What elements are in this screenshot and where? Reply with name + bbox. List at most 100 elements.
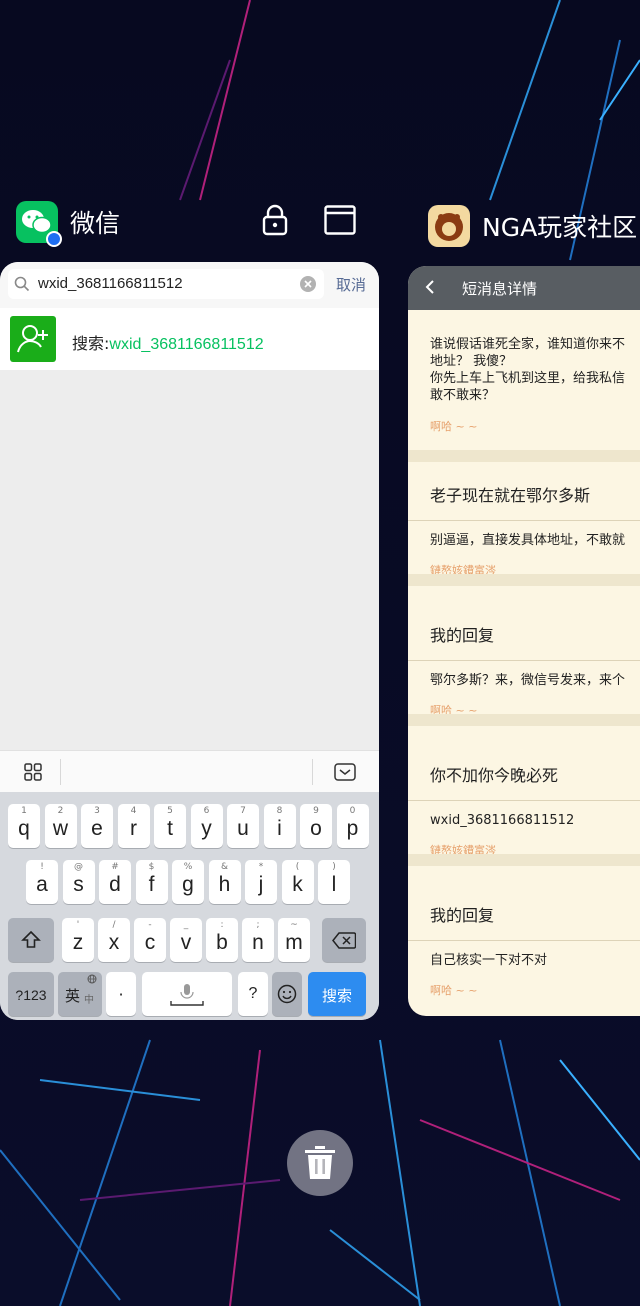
emoji-key[interactable] bbox=[272, 972, 302, 1016]
cancel-button[interactable]: 取消 bbox=[336, 274, 366, 295]
key-y[interactable]: 6y bbox=[190, 804, 223, 848]
question-mark-key[interactable]: ? bbox=[238, 972, 268, 1016]
key-v[interactable]: _ v bbox=[170, 918, 202, 962]
key-alt-label: - bbox=[148, 920, 152, 930]
key-w[interactable]: 2w bbox=[44, 804, 77, 848]
message-body-line: 你先上车上飞机到这里，给我私信 bbox=[430, 371, 626, 386]
key-label: h bbox=[218, 873, 231, 896]
keyboard-toolbar bbox=[0, 750, 379, 792]
dot-key[interactable]: · bbox=[106, 972, 136, 1016]
search-icon bbox=[14, 276, 30, 292]
key-label: z bbox=[72, 931, 84, 954]
key-alt-label: ~ bbox=[290, 920, 298, 930]
key-alt-label: 9 bbox=[313, 806, 319, 816]
search-result-row[interactable]: 搜索:wxid_3681166811512 bbox=[0, 308, 379, 370]
key-label: y bbox=[201, 817, 212, 840]
dot-key-label: · bbox=[118, 985, 124, 1004]
key-n[interactable]: ; n bbox=[242, 918, 274, 962]
key-l[interactable]: ) l bbox=[318, 860, 350, 904]
key-label: b bbox=[216, 931, 228, 954]
key-c[interactable]: -c bbox=[134, 918, 166, 962]
clear-icon[interactable] bbox=[300, 276, 316, 292]
key-m[interactable]: ~ m bbox=[278, 918, 310, 962]
backspace-icon bbox=[332, 932, 356, 949]
message-item[interactable]: 老子现在就在鄂尔多斯 别逼逼，直接发具体地址，不敢就 鏈嶅姟鐨富涔 bbox=[408, 470, 640, 594]
key-alt-label: $ bbox=[148, 862, 155, 872]
shift-key[interactable] bbox=[8, 918, 54, 962]
key-label: u bbox=[237, 817, 249, 840]
shift-icon bbox=[21, 930, 41, 948]
clear-all-button[interactable] bbox=[287, 1130, 353, 1196]
key-h[interactable]: & h bbox=[208, 860, 241, 904]
search-result-highlight: wxid_3681166811512 bbox=[109, 336, 264, 353]
microphone-icon bbox=[170, 984, 204, 1006]
message-item[interactable]: 我的回复 鄂尔多斯？来，微信号发来，来个 啊哈 ~ ~ bbox=[408, 610, 640, 734]
key-label: w bbox=[52, 817, 69, 840]
message-divider bbox=[408, 660, 640, 661]
search-input[interactable]: wxid_3681166811512 bbox=[8, 269, 324, 299]
message-signature: 啊哈 ~ ~ bbox=[430, 420, 478, 433]
backspace-key[interactable] bbox=[322, 918, 366, 962]
space-key[interactable] bbox=[142, 972, 232, 1016]
key-a[interactable]: ! a bbox=[26, 860, 58, 904]
key-t[interactable]: 5t bbox=[154, 804, 186, 848]
nga-app-name: NGA玩家社区 bbox=[482, 213, 638, 242]
key-alt-label: : bbox=[220, 920, 224, 930]
key-label: r bbox=[130, 817, 137, 840]
back-icon[interactable] bbox=[424, 278, 436, 296]
message-item[interactable]: 谁说假话谁死全家，谁知道你来不 地址？ 我傻？ 你先上车上飞机到这里，给我私信 敢不敢… bbox=[408, 310, 640, 470]
key-alt-label: 3 bbox=[94, 806, 100, 816]
key-e[interactable]: 3e bbox=[81, 804, 113, 848]
window-mode-icon[interactable] bbox=[324, 205, 356, 239]
message-body-line: 谁说假话谁死全家，谁知道你来不 bbox=[430, 337, 626, 352]
key-j[interactable]: * j bbox=[245, 860, 277, 904]
key-alt-label: 6 bbox=[203, 806, 210, 816]
search-result-label: 搜索:wxid_3681166811512 bbox=[72, 330, 264, 354]
key-alt-label: ; bbox=[256, 920, 260, 930]
message-body-line: 别逼逼，直接发具体地址，不敢就 bbox=[430, 533, 626, 548]
key-u[interactable]: 7u bbox=[227, 804, 259, 848]
message-gap bbox=[408, 854, 640, 866]
key-z[interactable]: ' z bbox=[62, 918, 94, 962]
key-f[interactable]: $ f bbox=[135, 860, 168, 904]
language-switch-key[interactable]: 英 中 bbox=[58, 972, 102, 1016]
wechat-app-header[interactable]: 微信 bbox=[16, 200, 120, 247]
key-alt-label: _ bbox=[183, 920, 189, 930]
symbols-key[interactable]: ?123 bbox=[8, 972, 54, 1016]
keyboard-menu-icon[interactable] bbox=[24, 763, 42, 781]
key-label: m bbox=[285, 931, 303, 954]
key-alt-label: 7 bbox=[240, 806, 246, 816]
nga-app-icon bbox=[428, 205, 470, 247]
wechat-app-card[interactable]: wxid_3681166811512 取消 搜索:wxid_3681166811… bbox=[0, 262, 379, 1020]
key-p[interactable]: 0p bbox=[336, 804, 369, 848]
message-title: 我的回复 bbox=[430, 906, 495, 925]
key-alt-label: 5 bbox=[167, 806, 173, 816]
trash-icon bbox=[305, 1146, 335, 1179]
nga-app-header[interactable]: NGA玩家社区 bbox=[428, 204, 637, 248]
emoji-icon bbox=[277, 984, 297, 1004]
key-i[interactable]: 8i bbox=[263, 804, 296, 848]
hide-keyboard-icon[interactable] bbox=[334, 763, 356, 781]
key-o[interactable]: 9o bbox=[300, 804, 332, 848]
search-key[interactable]: 搜索 bbox=[308, 972, 366, 1016]
message-divider bbox=[408, 520, 640, 521]
message-item[interactable]: 我的回复 自己核实一下对不对 啊哈 ~ ~ bbox=[408, 890, 640, 1014]
key-s[interactable]: @ s bbox=[62, 860, 95, 904]
message-item[interactable]: 你不加你今晚必死 wxid_3681166811512 鏈嶅姟鐨富涔 bbox=[408, 750, 640, 874]
key-label: e bbox=[91, 817, 103, 840]
key-g[interactable]: % g bbox=[172, 860, 204, 904]
key-r[interactable]: 4r bbox=[117, 804, 150, 848]
toolbar-divider bbox=[60, 759, 61, 785]
nga-top-bar: 短消息详情 bbox=[408, 266, 640, 310]
key-d[interactable]: # d bbox=[99, 860, 131, 904]
key-label: d bbox=[109, 873, 121, 896]
key-k[interactable]: (k bbox=[281, 860, 314, 904]
key-x[interactable]: / x bbox=[98, 918, 130, 962]
key-q[interactable]: 1q bbox=[8, 804, 40, 848]
key-b[interactable]: :b bbox=[206, 918, 238, 962]
nga-app-card[interactable]: 短消息详情 谁说假话谁死全家，谁知道你来不 地址？ 我傻？ 你先上车上飞机到这里，给… bbox=[408, 266, 640, 1016]
key-alt-label: 0 bbox=[349, 806, 356, 816]
key-label: v bbox=[180, 931, 192, 954]
lock-icon[interactable] bbox=[262, 204, 288, 240]
message-divider bbox=[408, 940, 640, 941]
